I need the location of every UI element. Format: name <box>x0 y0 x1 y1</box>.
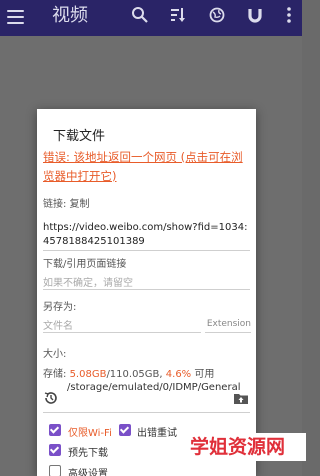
referer-input[interactable]: 如果不确定，请留空 <box>43 274 133 289</box>
page-title: 视频 <box>52 5 88 26</box>
filename-underline <box>43 332 201 333</box>
search-icon[interactable] <box>131 6 149 24</box>
error-open-in-browser-link[interactable]: 错误: 该地址返回一个网页 (点击可在浏览器中打开它) <box>43 148 253 186</box>
history-icon[interactable] <box>43 390 59 406</box>
dialog-title: 下载文件 <box>53 129 106 144</box>
sort-icon[interactable] <box>169 6 187 24</box>
menu-icon[interactable] <box>7 9 24 24</box>
wifi-only-label[interactable]: 仅限Wi-Fi <box>68 424 112 439</box>
extension-underline <box>205 332 251 333</box>
divider <box>43 250 250 251</box>
referer-label: 下载/引用页面链接 <box>43 259 127 270</box>
referer-underline <box>43 289 250 290</box>
retry-on-error-label[interactable]: 出错重试 <box>137 424 177 439</box>
wifi-only-checkbox[interactable] <box>49 424 61 436</box>
retry-on-error-checkbox[interactable] <box>119 424 131 436</box>
save-path[interactable]: /storage/emulated/0/IDMP/General <box>67 382 240 394</box>
extension-input[interactable]: Extension <box>207 319 251 329</box>
path-divider <box>43 412 250 413</box>
pre-download-checkbox[interactable] <box>49 444 61 456</box>
link-copy-label[interactable]: 链接: 复制 <box>43 195 90 210</box>
filename-input[interactable]: 文件名 <box>43 317 73 332</box>
watermark-logo: 学姐资源网 <box>186 433 306 461</box>
magnet-icon[interactable] <box>246 6 264 24</box>
save-as-label: 另存为: <box>43 302 77 313</box>
globe-icon[interactable] <box>208 6 226 24</box>
advanced-settings-label[interactable]: 高级设置 <box>68 465 108 476</box>
app-bar: 视频 <box>0 0 302 36</box>
storage-info: 存储: 5.08GB/110.05GB, 4.6% 可用 <box>43 369 215 380</box>
url-field[interactable]: https://video.weibo.com/show?fid=1034:45… <box>43 221 253 249</box>
size-label: 大小: <box>43 349 67 360</box>
pre-download-label[interactable]: 预先下载 <box>68 444 108 459</box>
more-vertical-icon[interactable] <box>280 6 298 24</box>
folder-upload-icon[interactable] <box>233 390 249 406</box>
download-dialog: 下载文件 错误: 该地址返回一个网页 (点击可在浏览器中打开它) 链接: 复制 … <box>37 109 256 476</box>
advanced-settings-checkbox[interactable] <box>49 465 61 476</box>
